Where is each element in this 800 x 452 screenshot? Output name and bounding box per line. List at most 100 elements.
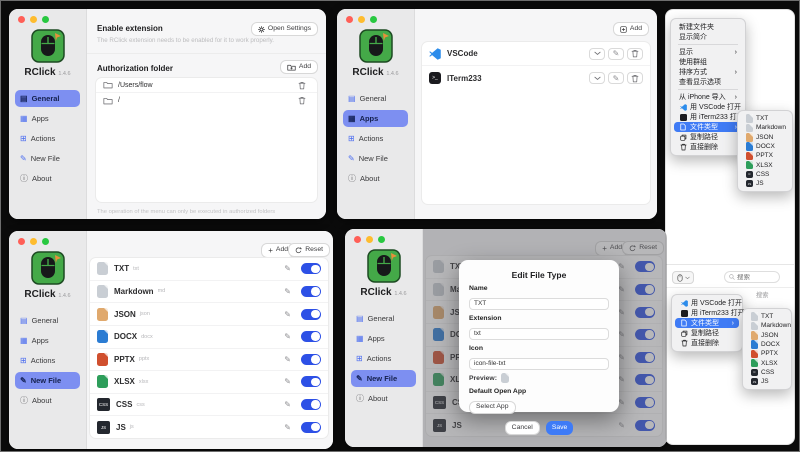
edit-app-button[interactable]: ✎ bbox=[608, 48, 624, 60]
search-input[interactable] bbox=[737, 274, 775, 281]
sidebar-item-apps[interactable]: ▦Apps bbox=[15, 110, 80, 127]
menu-item-show-view-options[interactable]: 查看显示选项 bbox=[674, 77, 742, 87]
sidebar-item-newfile[interactable]: ✎New File bbox=[15, 372, 80, 389]
delete-app-button[interactable] bbox=[627, 72, 643, 84]
minimize-button[interactable] bbox=[358, 16, 365, 23]
sidebar-item-actions[interactable]: ⊞Actions bbox=[343, 130, 408, 147]
filetype-toggle[interactable] bbox=[301, 399, 321, 410]
sidebar-item-about[interactable]: ⓘAbout bbox=[15, 392, 80, 409]
filetype-toggle[interactable] bbox=[301, 376, 321, 387]
edit-filetype-button[interactable]: ✎ bbox=[284, 355, 291, 364]
minimize-button[interactable] bbox=[30, 16, 37, 23]
edit-filetype-button[interactable]: ✎ bbox=[284, 310, 291, 319]
sidebar-item-apps[interactable]: ▦Apps bbox=[343, 110, 408, 127]
submenu-item-css[interactable]: CCSS bbox=[746, 368, 788, 377]
edit-filetype-button[interactable]: ✎ bbox=[284, 400, 291, 409]
expand-app-button[interactable] bbox=[589, 48, 605, 60]
extension-field[interactable] bbox=[469, 328, 609, 340]
submenu-item-txt[interactable]: TXT bbox=[741, 114, 789, 123]
sidebar-item-about[interactable]: ⓘAbout bbox=[351, 390, 416, 407]
sidebar-item-general[interactable]: ▤General bbox=[343, 90, 408, 107]
submenu-item-pptx[interactable]: PPTX bbox=[746, 349, 788, 358]
menu-item-new-folder[interactable]: 新建文件夹 bbox=[674, 22, 742, 32]
filetype-toggle[interactable] bbox=[301, 263, 321, 274]
submenu-item-css[interactable]: CCSS bbox=[741, 170, 789, 179]
minimize-button[interactable] bbox=[30, 238, 37, 245]
menu-item-open-with-iterm[interactable]: 用 iTerm233 打开 bbox=[674, 112, 742, 122]
menu-item-open-with-vscode[interactable]: 用 VSCode 打开 bbox=[675, 298, 739, 308]
edit-filetype-button[interactable]: ✎ bbox=[284, 287, 291, 296]
sidebar-item-actions[interactable]: ⊞Actions bbox=[15, 130, 80, 147]
reset-button[interactable]: Reset bbox=[288, 243, 330, 257]
zoom-button[interactable] bbox=[42, 16, 49, 23]
search-field[interactable] bbox=[724, 271, 780, 283]
add-app-button[interactable]: Add bbox=[613, 22, 649, 36]
edit-app-button[interactable]: ✎ bbox=[608, 72, 624, 84]
edit-filetype-button[interactable]: ✎ bbox=[284, 377, 291, 386]
submenu-item-pptx[interactable]: PPTX bbox=[741, 151, 789, 160]
edit-filetype-button[interactable]: ✎ bbox=[284, 332, 291, 341]
add-folder-button[interactable]: Add bbox=[280, 60, 318, 74]
menu-item-get-info[interactable]: 显示简介 bbox=[674, 32, 742, 42]
sidebar-item-newfile[interactable]: ✎New File bbox=[15, 150, 80, 167]
sidebar-item-newfile[interactable]: ✎New File bbox=[343, 150, 408, 167]
submenu-item-xlsx[interactable]: XLSX bbox=[746, 358, 788, 367]
menu-item-sort-by[interactable]: 排序方式› bbox=[674, 67, 742, 77]
app-row[interactable]: >_ ITerm233 ✎ bbox=[422, 66, 650, 90]
menu-item-view[interactable]: 显示› bbox=[674, 47, 742, 57]
filetype-toggle[interactable] bbox=[301, 331, 321, 342]
menu-item-copy-path[interactable]: 复制路径 bbox=[674, 132, 742, 142]
close-button[interactable] bbox=[18, 238, 25, 245]
delete-folder-button[interactable] bbox=[294, 95, 310, 107]
zoom-button[interactable] bbox=[378, 236, 385, 243]
submenu-item-xlsx[interactable]: XLSX bbox=[741, 160, 789, 169]
zoom-button[interactable] bbox=[370, 16, 377, 23]
menu-item-use-groups[interactable]: 使用群组 bbox=[674, 57, 742, 67]
rclick-toolbar-button[interactable] bbox=[672, 271, 694, 284]
close-button[interactable] bbox=[346, 16, 353, 23]
filetype-toggle[interactable] bbox=[301, 286, 321, 297]
filetype-toggle[interactable] bbox=[301, 354, 321, 365]
edit-filetype-button[interactable]: ✎ bbox=[284, 423, 291, 432]
submenu-item-js[interactable]: JSJS bbox=[746, 377, 788, 386]
icon-field[interactable] bbox=[469, 358, 609, 370]
sidebar-item-actions[interactable]: ⊞Actions bbox=[15, 352, 80, 369]
filetype-toggle[interactable] bbox=[301, 309, 321, 320]
menu-item-file-type[interactable]: 文件类型› bbox=[675, 318, 739, 328]
cancel-button[interactable]: Cancel bbox=[505, 421, 540, 435]
sidebar-item-newfile[interactable]: ✎New File bbox=[351, 370, 416, 387]
expand-app-button[interactable] bbox=[589, 72, 605, 84]
save-button[interactable]: Save bbox=[546, 421, 574, 435]
sidebar-item-about[interactable]: ⓘAbout bbox=[343, 170, 408, 187]
close-button[interactable] bbox=[354, 236, 361, 243]
submenu-item-js[interactable]: JSJS bbox=[741, 179, 789, 188]
app-row[interactable]: VSCode ✎ bbox=[422, 42, 650, 66]
menu-item-open-with-vscode[interactable]: 用 VSCode 打开 bbox=[674, 102, 742, 112]
submenu-item-markdown[interactable]: Markdown bbox=[741, 123, 789, 132]
menu-item-file-type[interactable]: 文件类型› bbox=[674, 122, 742, 132]
minimize-button[interactable] bbox=[366, 236, 373, 243]
menu-item-import-from-iphone[interactable]: 从 iPhone 导入› bbox=[674, 92, 742, 102]
submenu-item-json[interactable]: JSON bbox=[741, 133, 789, 142]
sidebar-item-about[interactable]: ⓘAbout bbox=[15, 170, 80, 187]
menu-item-copy-path[interactable]: 复制路径 bbox=[675, 328, 739, 338]
submenu-item-txt[interactable]: TXT bbox=[746, 312, 788, 321]
delete-folder-button[interactable] bbox=[294, 79, 310, 91]
sidebar-item-apps[interactable]: ▦Apps bbox=[351, 330, 416, 347]
sidebar-item-actions[interactable]: ⊞Actions bbox=[351, 350, 416, 367]
submenu-item-markdown[interactable]: Markdown bbox=[746, 321, 788, 330]
sidebar-item-apps[interactable]: ▦Apps bbox=[15, 332, 80, 349]
sidebar-item-general[interactable]: ▤General bbox=[15, 90, 80, 107]
sidebar-item-general[interactable]: ▤General bbox=[15, 312, 80, 329]
menu-item-open-with-iterm[interactable]: 用 iTerm233 打开 bbox=[675, 308, 739, 318]
delete-app-button[interactable] bbox=[627, 48, 643, 60]
edit-filetype-button[interactable]: ✎ bbox=[284, 264, 291, 273]
select-app-button[interactable]: Select App bbox=[469, 401, 516, 415]
submenu-item-docx[interactable]: DOCX bbox=[741, 142, 789, 151]
sidebar-item-general[interactable]: ▤General bbox=[351, 310, 416, 327]
menu-item-delete-directly[interactable]: 直接删除 bbox=[675, 338, 739, 348]
open-settings-button[interactable]: Open Settings bbox=[251, 22, 318, 36]
name-field[interactable] bbox=[469, 298, 609, 310]
submenu-item-docx[interactable]: DOCX bbox=[746, 340, 788, 349]
zoom-button[interactable] bbox=[42, 238, 49, 245]
